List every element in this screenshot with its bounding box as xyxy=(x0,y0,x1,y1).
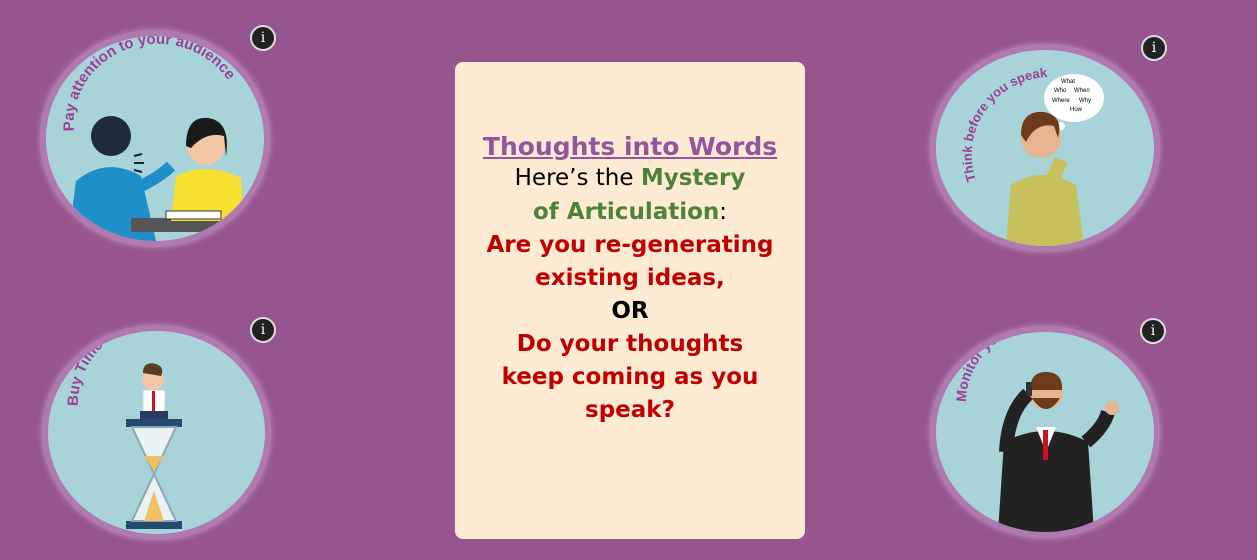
bubble-word: What xyxy=(1061,79,1075,85)
intro-text: Here’s the Mystery of Articulation: xyxy=(455,161,805,229)
hourglass-illustration: Buy Time to Design Thoughts xyxy=(65,331,242,529)
bubble-word: Why xyxy=(1079,98,1091,104)
question-2: Do your thoughts keep coming as you spea… xyxy=(501,331,759,423)
content-card: Thoughts into Words Here’s the Mystery o… xyxy=(455,62,805,539)
info-icon[interactable]: i xyxy=(1140,318,1166,344)
intro-suffix: : xyxy=(719,199,728,225)
info-icon[interactable]: i xyxy=(1141,35,1167,61)
tip-label: Pay attention to your audience xyxy=(61,36,239,132)
bubble-word: When xyxy=(1074,88,1090,94)
audience-illustration: Pay attention to your audience xyxy=(61,36,251,241)
card-title: Thoughts into Words xyxy=(482,132,778,161)
tip-circle-think-before[interactable]: Think before you speak What Who When Whe… xyxy=(930,44,1160,252)
tip-circle-monitor-delivery[interactable]: Monitor your Delivery speed xyxy=(930,326,1160,538)
businessman-phone-illustration: Monitor your Delivery speed xyxy=(953,332,1119,532)
info-icon[interactable]: i xyxy=(250,25,276,51)
bubble-word: Where xyxy=(1052,98,1070,104)
intro-prefix: Here’s the xyxy=(514,165,641,191)
info-icon[interactable]: i xyxy=(250,317,276,343)
tip-circle-pay-attention[interactable]: Pay attention to your audience xyxy=(40,30,270,247)
bubble-word: Who xyxy=(1054,88,1067,94)
question-1: Are you re-generating existing ideas, xyxy=(486,232,774,291)
thinking-man-illustration: Think before you speak What Who When Whe… xyxy=(960,65,1104,246)
tip-circle-buy-time[interactable]: Buy Time to Design Thoughts xyxy=(42,325,271,540)
svg-text:Pay attention to your audience: Pay attention to your audience xyxy=(61,36,239,132)
bubble-word: How xyxy=(1070,107,1083,113)
or-text: OR xyxy=(611,298,649,324)
